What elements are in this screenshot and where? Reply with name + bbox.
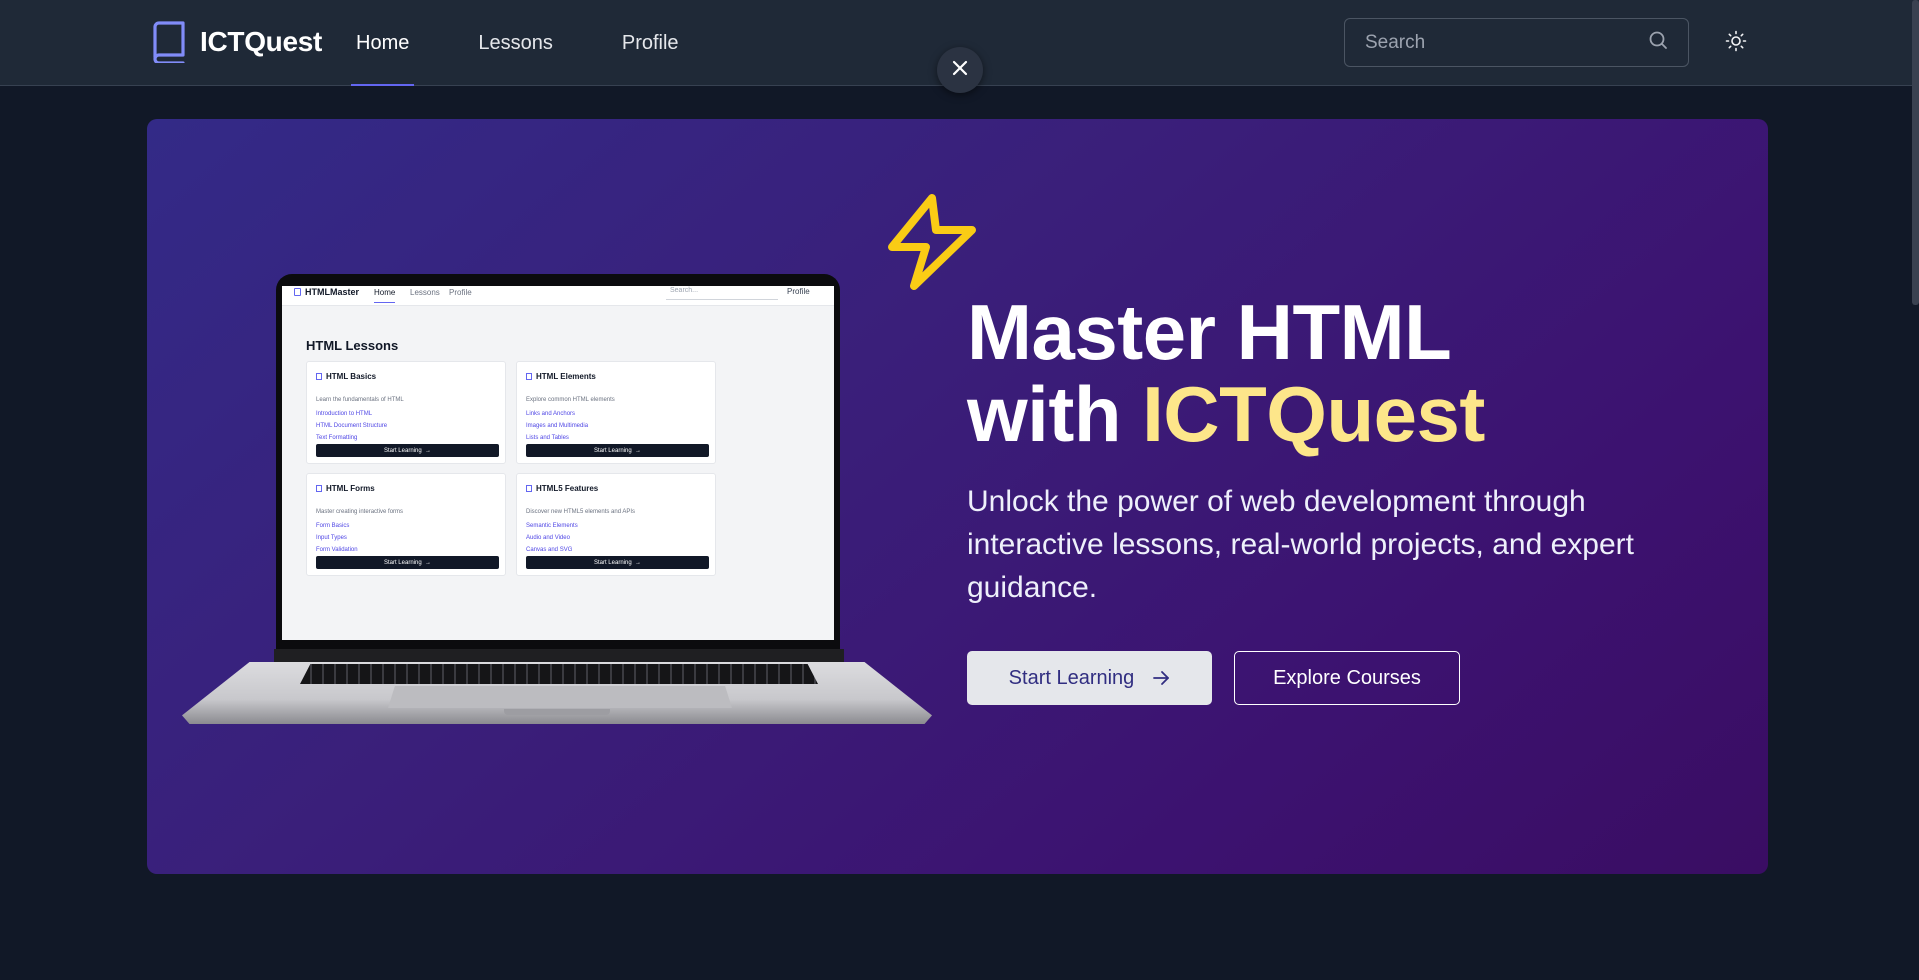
mini-card-link: Form Basics (316, 523, 350, 529)
mini-brand: HTMLMaster (294, 287, 359, 297)
mini-book-icon (316, 485, 322, 492)
laptop-keyboard (300, 664, 818, 684)
laptop-lid: HTMLMaster Home Lessons Profile Search..… (276, 274, 840, 652)
mini-heading: HTML Lessons (306, 338, 399, 353)
laptop-trackpad (388, 686, 732, 708)
main-nav: Home Lessons Profile (351, 0, 743, 86)
mini-card-link: Images and Multimedia (526, 423, 589, 429)
mini-card-title-text: HTML Forms (326, 484, 375, 493)
mini-card-title-text: HTML Elements (536, 372, 596, 381)
laptop-screen: HTMLMaster Home Lessons Profile Search..… (282, 286, 834, 640)
laptop-mockup-image: HTMLMaster Home Lessons Profile Search..… (182, 274, 932, 724)
mini-card-button: Start Learning → (526, 444, 709, 457)
close-icon (952, 60, 968, 81)
mini-book-icon (294, 288, 301, 296)
explore-courses-button[interactable]: Explore Courses (1234, 651, 1460, 705)
mini-lesson-card: HTML Forms Master creating interactive f… (306, 473, 506, 576)
mini-profile: Profile (787, 287, 810, 296)
mini-lesson-card: HTML Basics Learn the fundamentals of HT… (306, 361, 506, 464)
mini-card-link: Canvas and SVG (526, 547, 573, 553)
mini-card-button-label: Start Learning (383, 559, 422, 566)
mini-nav-lessons: Lessons (410, 288, 440, 297)
mini-brand-name: HTMLMaster (305, 287, 360, 297)
nav-home[interactable]: Home (351, 0, 415, 86)
theme-toggle-button[interactable] (1722, 29, 1750, 57)
hero-title-prefix: with (967, 370, 1143, 458)
nav-profile[interactable]: Profile (617, 0, 684, 86)
start-learning-label: Start Learning (1008, 666, 1135, 689)
mini-search: Search... (666, 287, 778, 300)
mini-card-link: Links and Anchors (526, 411, 576, 417)
mini-card-title: HTML Basics (316, 372, 376, 381)
mini-lesson-card: HTML5 Features Discover new HTML5 elemen… (516, 473, 716, 576)
mini-card-link: Input Types (316, 535, 347, 541)
brand-name: ICTQuest (200, 26, 323, 57)
mini-card-link: Introduction to HTML (316, 411, 373, 417)
mini-card-link: Semantic Elements (526, 523, 578, 529)
mini-navbar: HTMLMaster Home Lessons Profile Search..… (282, 286, 834, 306)
mini-card-button-label: Start Learning (593, 559, 632, 566)
nav-lessons[interactable]: Lessons (473, 0, 558, 86)
mini-book-icon (316, 373, 322, 380)
mini-card-title: HTML5 Features (526, 484, 598, 493)
laptop-hinge (274, 649, 844, 664)
mini-card-desc: Explore common HTML elements (526, 397, 615, 403)
mini-card-title: HTML Forms (316, 484, 375, 493)
sun-icon (1725, 30, 1747, 57)
start-learning-button[interactable]: Start Learning (967, 651, 1212, 705)
mini-card-button: Start Learning → (526, 556, 709, 569)
mini-card-button-label: Start Learning (593, 447, 632, 454)
mini-card-desc: Learn the fundamentals of HTML (316, 397, 404, 403)
hero-section: HTMLMaster Home Lessons Profile Search..… (147, 119, 1768, 874)
mini-card-link: HTML Document Structure (316, 423, 388, 429)
mini-card-button-label: Start Learning (383, 447, 422, 454)
mini-nav-profile: Profile (449, 288, 472, 297)
search-icon[interactable] (1648, 30, 1668, 55)
mini-card-button: Start Learning → (316, 556, 499, 569)
search-input[interactable] (1365, 31, 1648, 54)
hero-title: Master HTML with ICTQuest (967, 291, 1727, 455)
mini-card-link: Audio and Video (526, 535, 570, 541)
arrow-right-icon (1152, 669, 1170, 687)
mini-book-icon (526, 485, 532, 492)
laptop-notch (504, 709, 610, 715)
mini-lesson-card: HTML Elements Explore common HTML elemen… (516, 361, 716, 464)
explore-courses-label: Explore Courses (1273, 666, 1421, 689)
hero-subtitle: Unlock the power of web development thro… (967, 485, 1634, 604)
mini-card-link: Text Formatting (316, 435, 358, 441)
search-box (1344, 18, 1689, 67)
page-scrollbar[interactable] (1912, 0, 1919, 305)
mini-card-title-text: HTML5 Features (536, 484, 599, 493)
mini-card-desc: Discover new HTML5 elements and APIs (526, 509, 636, 515)
close-button[interactable] (937, 47, 983, 93)
lightning-bolt-icon (884, 192, 979, 292)
hero-title-line1: Master HTML (967, 288, 1452, 376)
hero-title-highlight: ICTQuest (1142, 370, 1485, 458)
mini-card-link: Lists and Tables (526, 435, 569, 441)
book-icon (151, 21, 187, 65)
brand-logo-link[interactable]: ICTQuest (151, 20, 323, 65)
mini-card-desc: Master creating interactive forms (316, 509, 404, 515)
mini-card-button: Start Learning → (316, 444, 499, 457)
mini-card-title-text: HTML Basics (326, 372, 377, 381)
mini-nav-home: Home (374, 288, 396, 303)
mini-card-link: Form Validation (316, 547, 358, 553)
mini-card-title: HTML Elements (526, 372, 596, 381)
mini-book-icon (526, 373, 532, 380)
